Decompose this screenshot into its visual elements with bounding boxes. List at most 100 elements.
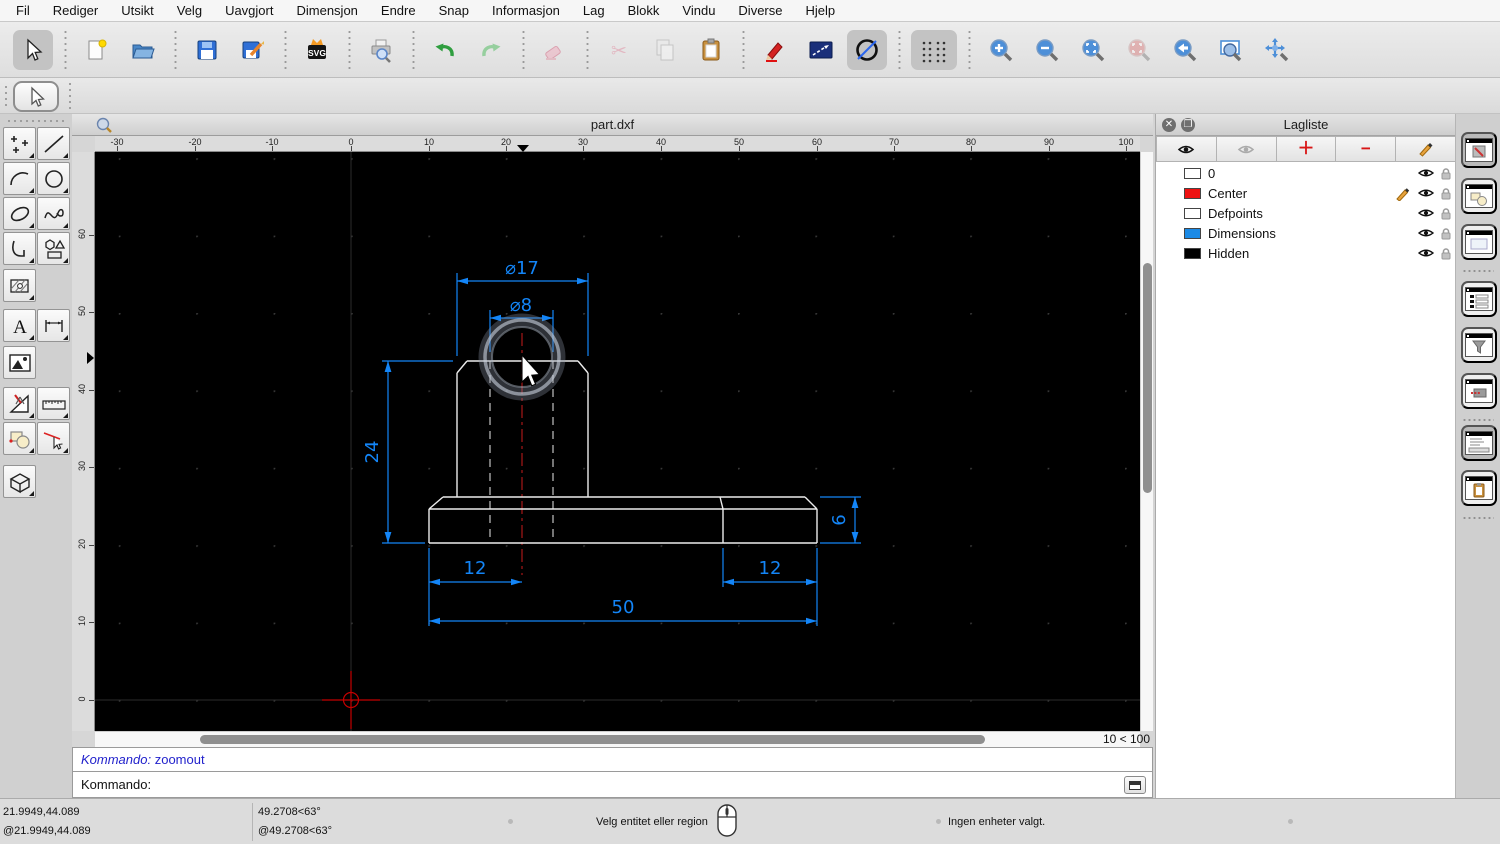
close-panel-button[interactable]: ✕ [1162, 118, 1176, 132]
image-tool-button[interactable] [3, 346, 36, 379]
polyline-tool-button[interactable] [3, 232, 36, 265]
zoom-in-button[interactable] [981, 30, 1021, 70]
circle-icon [44, 169, 63, 188]
menu-item-velg[interactable]: Velg [177, 3, 202, 18]
line-tool-button[interactable] [37, 127, 70, 160]
zoom-pan-button[interactable] [1257, 30, 1297, 70]
layer-visibility-icon[interactable] [1418, 227, 1434, 239]
paste-button[interactable] [691, 30, 731, 70]
menu-item-diverse[interactable]: Diverse [738, 3, 782, 18]
circle-tool-button[interactable] [847, 29, 887, 70]
dock-selection-filter-button[interactable] [1461, 327, 1497, 363]
toolbar-separator [738, 29, 748, 70]
solid-3d-tool-button[interactable] [3, 465, 36, 498]
layer-lock-icon[interactable] [1440, 207, 1452, 220]
block-tool-button[interactable] [3, 422, 36, 455]
menu-item-endre[interactable]: Endre [381, 3, 416, 18]
spline-tool-button[interactable] [37, 197, 70, 230]
save-as-button[interactable] [233, 30, 273, 70]
new-document-button[interactable] [77, 30, 117, 70]
layer-row-0[interactable]: 0 [1156, 164, 1456, 184]
dock-block-list-button[interactable] [1461, 178, 1497, 214]
dock-entity-list-button[interactable] [1461, 281, 1497, 317]
cut-button[interactable]: ✂ [599, 30, 639, 70]
menu-item-hjelp[interactable]: Hjelp [806, 3, 836, 18]
erase-button[interactable] [535, 30, 575, 70]
layer-visibility-icon[interactable] [1418, 167, 1434, 179]
select-entity-tool-button[interactable] [37, 422, 70, 455]
ellipse-tool-button[interactable] [3, 197, 36, 230]
menu-item-dimensjon[interactable]: Dimensjon [296, 3, 357, 18]
horizontal-scrollbar-thumb[interactable] [200, 735, 985, 744]
menu-item-informasjon[interactable]: Informasjon [492, 3, 560, 18]
grid-toggle-button[interactable] [911, 29, 957, 70]
menu-item-uavgjort[interactable]: Uavgjort [225, 3, 273, 18]
line-settings-button[interactable] [801, 30, 841, 70]
menu-item-snap[interactable]: Snap [439, 3, 469, 18]
dock-clipboard-panel-button[interactable] [1461, 470, 1497, 506]
zoom-out-button[interactable] [1027, 30, 1067, 70]
layer-lock-icon[interactable] [1440, 247, 1452, 260]
layer-visibility-icon[interactable] [1418, 187, 1434, 199]
menu-item-vindu[interactable]: Vindu [682, 3, 715, 18]
circle-slash-icon [856, 38, 878, 61]
dock-command-line-button[interactable] [1461, 425, 1497, 461]
layer-visibility-icon[interactable] [1418, 207, 1434, 219]
ruler-tool-button[interactable] [37, 387, 70, 420]
layer-row-center[interactable]: Center [1156, 184, 1456, 204]
vertical-scrollbar[interactable] [1140, 152, 1153, 731]
redo-button[interactable] [471, 30, 511, 70]
menu-item-utsikt[interactable]: Utsikt [121, 3, 154, 18]
menu-item-rediger[interactable]: Rediger [53, 3, 99, 18]
zoom-selection-button[interactable] [1119, 30, 1159, 70]
drawing-canvas[interactable]: ⌀17 ⌀8 24 12 12 50 6 [95, 152, 1140, 731]
export-svg-button[interactable]: SVG [297, 30, 337, 70]
zoom-auto-button[interactable] [1073, 30, 1113, 70]
layer-lock-icon[interactable] [1440, 227, 1452, 240]
toolbar-separator [408, 29, 418, 70]
menu-item-lag[interactable]: Lag [583, 3, 605, 18]
points-tool-button[interactable] [3, 127, 36, 160]
float-panel-button[interactable]: ❐ [1181, 118, 1195, 132]
text-tool-button[interactable]: A [3, 309, 36, 342]
dock-layer-list-button[interactable] [1461, 132, 1497, 168]
show-all-layers-button[interactable] [1156, 136, 1217, 162]
points-icon [10, 135, 28, 153]
hide-all-layers-button[interactable] [1216, 136, 1277, 162]
layer-row-hidden[interactable]: Hidden [1156, 244, 1456, 264]
dock-pen-panel-button[interactable] [1461, 373, 1497, 409]
remove-layer-button[interactable]: − [1336, 136, 1397, 162]
zoom-previous-button[interactable] [1165, 30, 1205, 70]
print-preview-button[interactable] [361, 30, 401, 70]
layer-row-defpoints[interactable]: Defpoints [1156, 204, 1456, 224]
add-layer-button[interactable]: ＋ [1276, 136, 1337, 162]
undo-button[interactable] [425, 30, 465, 70]
layer-lock-icon[interactable] [1440, 187, 1452, 200]
vertical-scrollbar-thumb[interactable] [1143, 263, 1152, 493]
circle-tool-button[interactable] [37, 162, 70, 195]
cube-3d-icon [9, 472, 30, 493]
draw-pencil-button[interactable] [755, 30, 795, 70]
select-arrow-button[interactable] [13, 29, 53, 70]
measure-tool-button[interactable] [3, 387, 36, 420]
menu-item-blokk[interactable]: Blokk [628, 3, 660, 18]
command-dock-toggle-button[interactable] [1124, 776, 1146, 794]
hatch-tool-button[interactable] [3, 269, 36, 302]
edit-layer-button[interactable] [1396, 136, 1456, 162]
document-title-bar[interactable]: part.dxf [72, 114, 1153, 136]
dimension-tool-button[interactable] [37, 309, 70, 342]
layer-lock-icon[interactable] [1440, 167, 1452, 180]
zoom-window-button[interactable] [1211, 30, 1251, 70]
open-file-button[interactable] [123, 30, 163, 70]
copy-button[interactable] [645, 30, 685, 70]
menu-item-fil[interactable]: Fil [16, 3, 30, 18]
layer-row-dimensions[interactable]: Dimensions [1156, 224, 1456, 244]
dock-library-browser-button[interactable] [1461, 224, 1497, 260]
layer-visibility-icon[interactable] [1418, 247, 1434, 259]
polygon-tool-button[interactable] [37, 232, 70, 265]
horizontal-scrollbar[interactable] [95, 731, 1140, 747]
active-tool-select-button[interactable] [13, 81, 59, 112]
arc-tool-button[interactable] [3, 162, 36, 195]
command-input[interactable]: Kommando: [72, 771, 1153, 798]
save-button[interactable] [187, 30, 227, 70]
